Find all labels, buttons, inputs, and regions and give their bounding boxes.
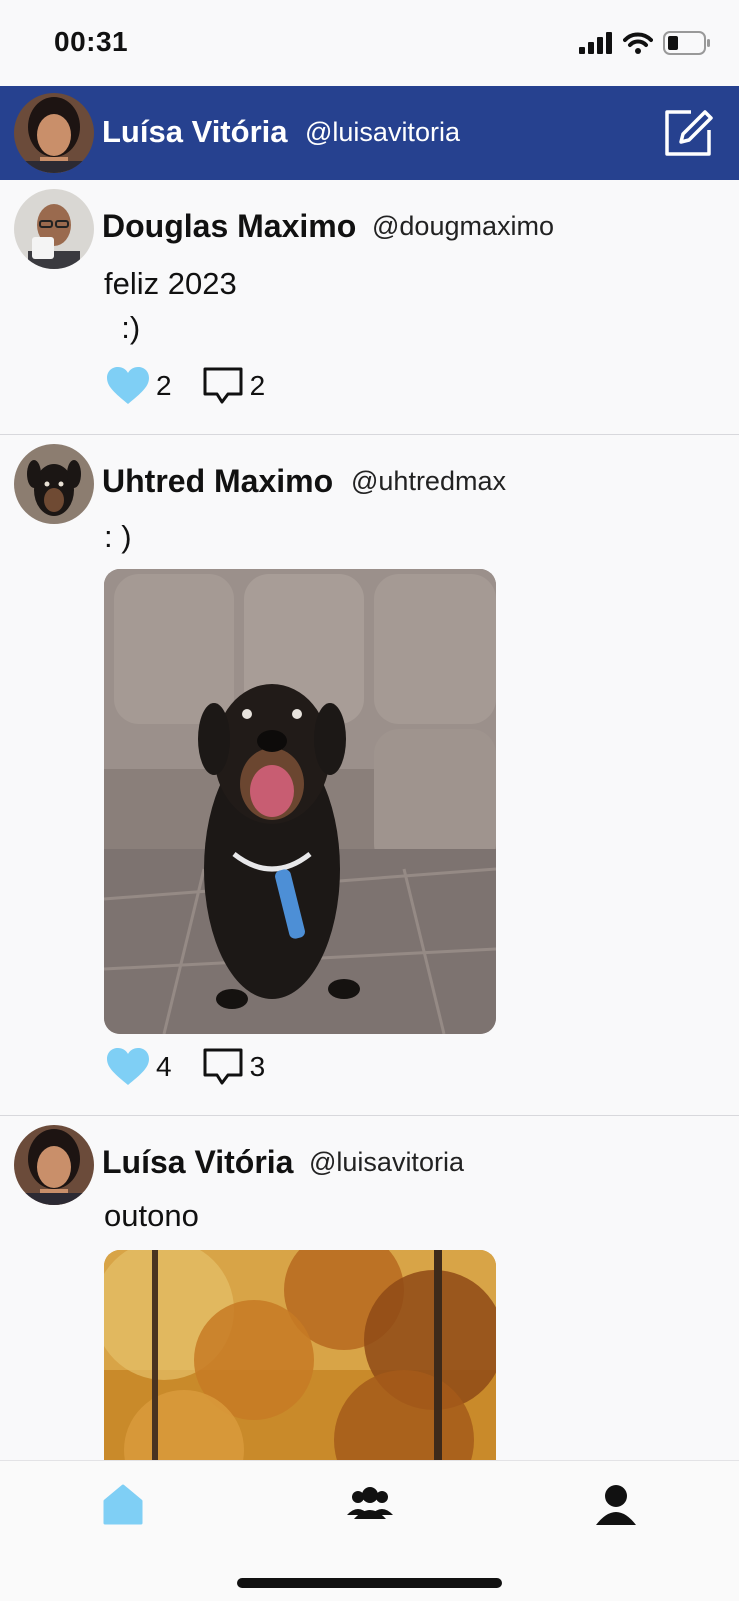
signal-icon [579,32,612,54]
post[interactable]: Luísa Vitória @luisavitoria outono [0,1116,739,1460]
people-icon [347,1487,393,1519]
comment-count: 2 [249,370,266,401]
post-actions: 4 3 [106,1047,295,1087]
status-time: 00:31 [54,26,129,57]
wifi-icon [623,32,653,54]
like-count: 2 [156,370,172,401]
post[interactable]: Douglas Maximo @dougmaximo feliz 2023 :)… [0,180,739,435]
author-name: Douglas Maximo [102,208,357,244]
compose-icon [665,110,713,156]
status-icons [579,31,711,55]
post-actions: 2 2 [106,366,295,406]
author-name: Uhtred Maximo [102,463,334,499]
tab-friends[interactable] [346,1483,394,1527]
author-handle: @luisavitoria [309,1147,464,1177]
app-header: Luísa Vitória @luisavitoria [0,86,739,180]
heart-icon[interactable] [106,1047,150,1087]
author-avatar[interactable] [14,1125,94,1205]
post-text: feliz 2023 :) [104,266,237,345]
author-avatar[interactable] [14,444,94,524]
home-icon [103,1484,143,1525]
author-name: Luísa Vitória [102,1144,294,1180]
feed[interactable]: Douglas Maximo @dougmaximo feliz 2023 :)… [0,180,739,1460]
status-bar: 00:31 [0,0,739,86]
post-image[interactable] [104,1250,496,1460]
heart-icon[interactable] [106,366,150,406]
comment-icon[interactable] [202,1047,244,1087]
current-user-handle: @luisavitoria [305,117,460,147]
post[interactable]: Uhtred Maximo @uhtredmax : ) 4 3 [0,435,739,1116]
author-handle: @dougmaximo [372,211,554,241]
current-user-avatar[interactable] [14,93,94,173]
like-count: 4 [156,1051,172,1082]
author-avatar[interactable] [14,189,94,269]
comment-icon[interactable] [202,366,244,406]
tab-profile[interactable] [594,1483,638,1527]
tab-home[interactable] [101,1483,145,1527]
comment-count: 3 [249,1051,266,1082]
current-user-name: Luísa Vitória [102,114,288,149]
post-text: : ) [104,519,132,554]
home-indicator[interactable] [237,1578,502,1588]
author-handle: @uhtredmax [351,466,506,496]
profile-icon [596,1485,636,1525]
compose-button[interactable] [661,104,717,160]
post-text: outono [104,1198,199,1233]
post-image[interactable] [104,569,496,1034]
battery-icon [663,31,710,55]
